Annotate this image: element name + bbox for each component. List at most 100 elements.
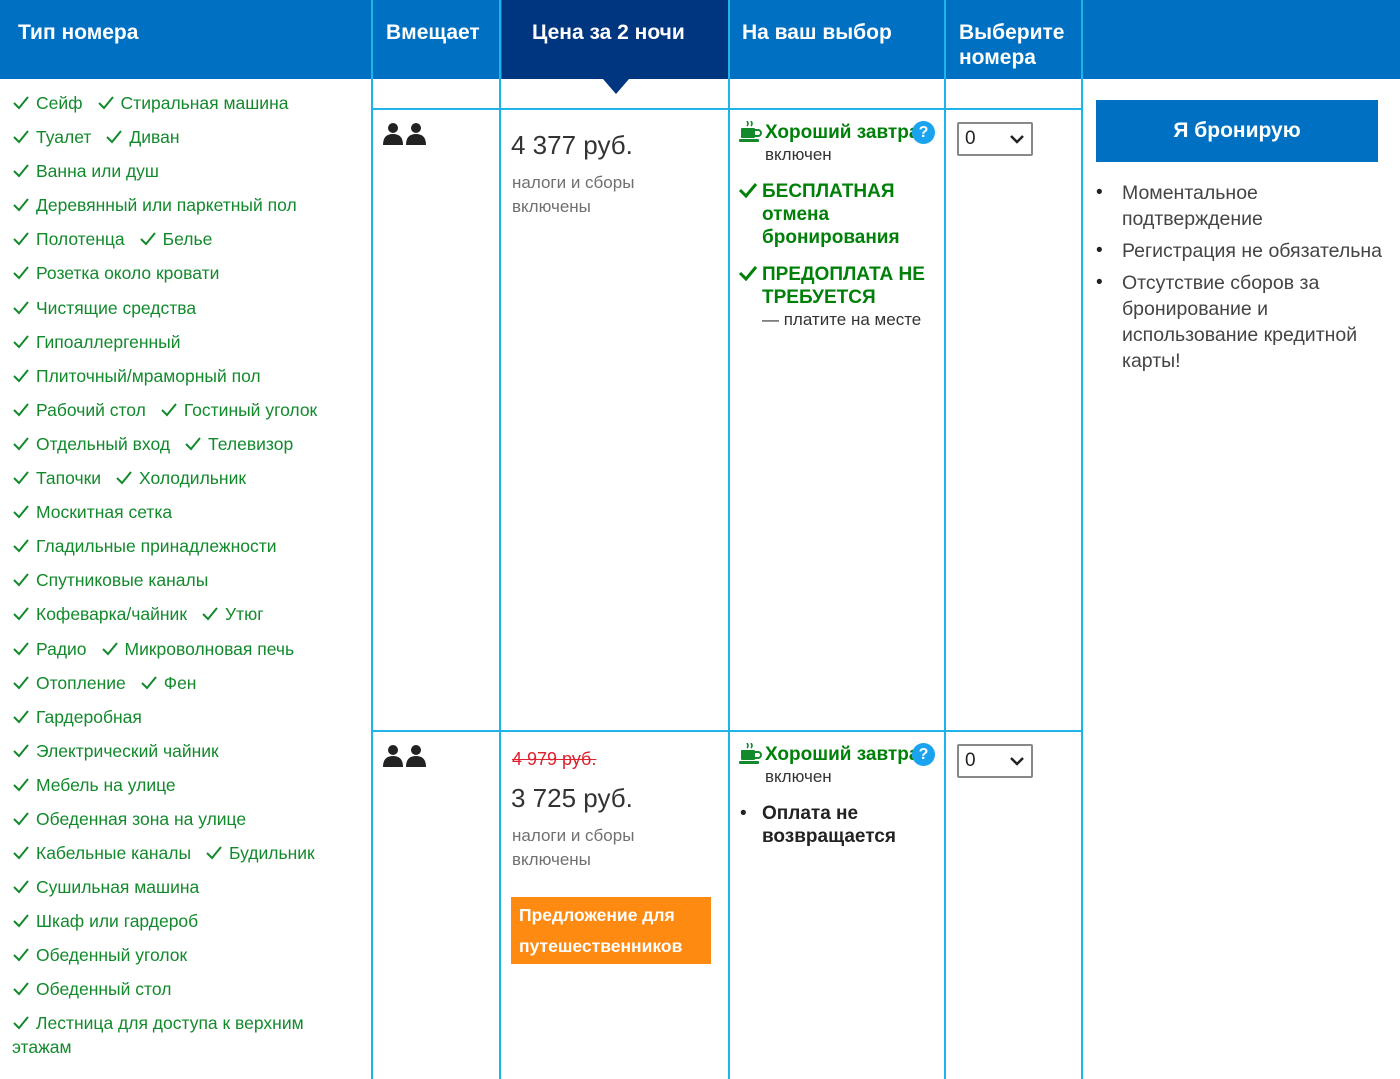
check-icon: [12, 295, 30, 315]
check-icon: [97, 90, 115, 110]
facility-label: Сушильная машина: [36, 877, 200, 898]
facility-item: Обеденная зона на улице: [12, 804, 246, 834]
facility-row: Кофеварка/чайник Утюг: [12, 599, 362, 633]
facility-item: Холодильник: [115, 463, 246, 493]
facility-item: Обеденный стол: [12, 974, 171, 1004]
facility-row: Туалет Диван: [12, 122, 362, 156]
book-button[interactable]: Я бронирую: [1096, 100, 1378, 162]
header-price-selected[interactable]: Цена за 2 ночи: [502, 0, 728, 94]
facility-label: Радио: [36, 638, 87, 659]
check-icon: [12, 363, 30, 383]
facility-label: Холодильник: [139, 468, 247, 489]
check-icon: [12, 704, 30, 724]
facility-row: Гладильные принадлежности: [12, 531, 362, 565]
offer-1-breakfast: Хороший завтрак: [765, 122, 929, 143]
column-divider: [1081, 0, 1083, 1079]
row-divider: [371, 108, 1083, 110]
check-icon: [12, 567, 30, 587]
facility-item: Чистящие средства: [12, 293, 196, 323]
coffee-cup-icon: [739, 743, 762, 764]
facility-item: Кофеварка/чайник: [12, 599, 187, 629]
facility-item: Мебель на улице: [12, 770, 176, 800]
facility-item: Фен: [140, 668, 197, 698]
facility-label: Мебель на улице: [36, 774, 176, 795]
facility-item: Диван: [105, 122, 180, 152]
check-icon: [12, 329, 30, 349]
two-persons-icon: [383, 745, 427, 767]
header-price-label: Цена за 2 ночи: [532, 21, 685, 44]
chevron-down-icon: [1010, 757, 1024, 766]
check-icon: [12, 976, 30, 996]
facility-row: Шкаф или гардероб: [12, 906, 362, 940]
facility-label: Обеденный стол: [36, 979, 172, 1000]
facility-label: Стиральная машина: [120, 93, 289, 113]
benefit-item: • Отсутствие сборов за бронирование и исп…: [1096, 272, 1358, 372]
facility-label: Сейф: [36, 93, 83, 113]
facility-item: Сушильная машина: [12, 872, 199, 902]
facility-item: Электрический чайник: [12, 736, 219, 766]
offer-2-quantity-select[interactable]: 0: [957, 744, 1033, 778]
facility-label: Туалет: [36, 127, 92, 148]
offer-2-tax-note: налоги и сборы включены: [512, 826, 635, 869]
offer-2-deal-badge: Предложение для путешественников: [511, 897, 711, 964]
question-icon[interactable]: ?: [912, 743, 935, 766]
check-icon: [160, 397, 178, 417]
facility-label: Фен: [163, 672, 197, 693]
facility-item: Москитная сетка: [12, 497, 172, 527]
facility-row: Электрический чайник: [12, 736, 362, 770]
check-icon: [12, 192, 30, 212]
bullet-icon: •: [740, 803, 747, 824]
check-icon: [12, 840, 30, 860]
facility-row: Спутниковые каналы: [12, 565, 362, 599]
check-icon: [12, 738, 30, 758]
column-divider: [728, 0, 730, 1079]
facility-item: Плиточный/мраморный пол: [12, 361, 261, 391]
facility-row: Москитная сетка: [12, 497, 362, 531]
facility-item: Радио: [12, 634, 87, 664]
facility-item: Рабочий стол: [12, 395, 146, 425]
offer-1-free-cancel: БЕСПЛАТНАЯ отмена бронирования: [762, 181, 900, 248]
facility-label: Микроволновая печь: [124, 638, 295, 659]
facility-row: Гипоаллергенный: [12, 327, 362, 361]
facility-item: Стиральная машина: [97, 88, 289, 118]
facility-item: Полотенца: [12, 224, 125, 254]
check-icon: [12, 397, 30, 417]
offer-2-breakfast-sub: включен: [765, 767, 832, 786]
check-icon: [201, 601, 219, 621]
offer-1-quantity-select[interactable]: 0: [957, 122, 1033, 156]
offer-2-conditions: Хороший завтрак включен • Оплата не возв…: [738, 743, 938, 848]
facility-item: Лестница для доступа к верхним этажам: [12, 1011, 362, 1059]
benefit-item: • Моментальное подтверждение: [1096, 182, 1263, 230]
facility-item: Деревянный или паркетный пол: [12, 190, 297, 220]
header-capacity: Вмещает: [386, 21, 480, 44]
benefits-list: • Моментальное подтверждение • Регистрация…: [1094, 180, 1384, 380]
facility-label: Спутниковые каналы: [36, 570, 209, 591]
facility-row: Гардеробная: [12, 702, 362, 736]
facility-row: Обеденный стол: [12, 974, 362, 1008]
facility-label: Москитная сетка: [36, 502, 173, 523]
question-icon[interactable]: ?: [912, 121, 935, 144]
row-divider: [371, 730, 1083, 732]
check-icon: [12, 874, 30, 894]
check-icon: [101, 636, 119, 655]
check-icon: [738, 263, 762, 331]
benefit-item: • Регистрация не обязательна: [1096, 240, 1383, 262]
facility-label: Телевизор: [208, 433, 294, 454]
check-icon: [12, 499, 30, 519]
check-icon: [738, 180, 762, 249]
check-icon: [205, 840, 223, 860]
check-icon: [12, 431, 30, 451]
check-icon: [12, 465, 30, 485]
facility-row: Ванна или душ: [12, 156, 362, 190]
facility-row: Отдельный вход Телевизор: [12, 429, 362, 463]
check-icon: [12, 226, 30, 246]
facility-item: Отопление: [12, 668, 126, 698]
facility-item: Шкаф или гардероб: [12, 906, 198, 936]
check-icon: [139, 226, 157, 246]
facility-label: Тапочки: [36, 468, 102, 489]
check-icon: [12, 806, 30, 826]
check-icon: [12, 670, 30, 690]
facility-label: Будильник: [229, 843, 315, 864]
offer-1-breakfast-sub: включен: [765, 145, 832, 164]
facility-label: Деревянный или паркетный пол: [36, 195, 297, 216]
